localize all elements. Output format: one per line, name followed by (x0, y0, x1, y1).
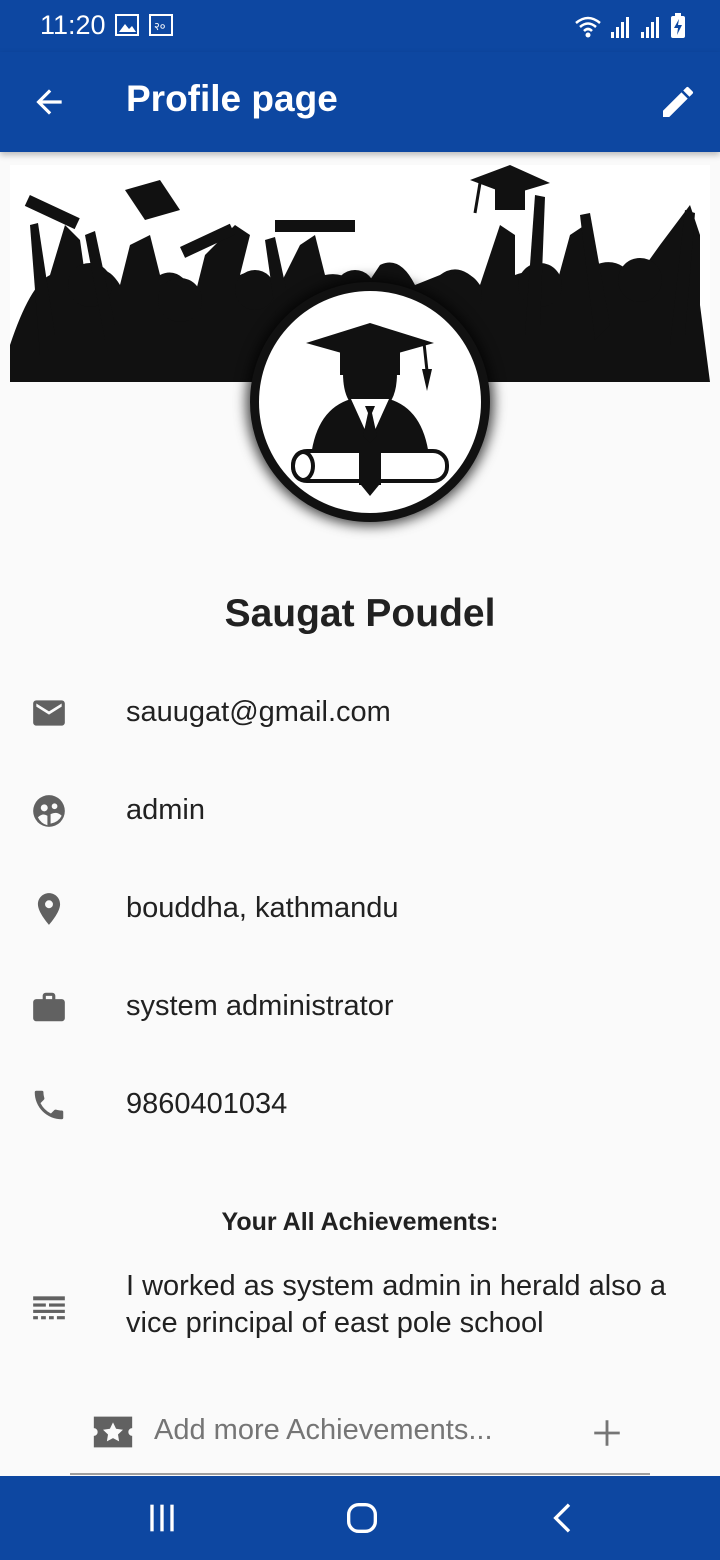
add-achievement-input[interactable] (154, 1410, 574, 1450)
add-achievement-field[interactable] (70, 1400, 650, 1475)
back-nav-icon[interactable] (544, 1498, 584, 1538)
gallery-notification-icon (115, 14, 139, 36)
status-bar: 11:20 २० (0, 0, 720, 52)
signal-icon-2 (641, 17, 659, 38)
achievement-text: I worked as system admin in herald also … (126, 1270, 666, 1339)
achievements-heading: Your All Achievements: (221, 1208, 499, 1236)
location-pin-icon (37, 893, 61, 925)
occupation-row: system administrator (0, 976, 720, 1036)
role-row: admin (0, 780, 720, 840)
app-notification-icon: २० (149, 14, 173, 36)
occupation-value: system administrator (126, 990, 394, 1022)
phone-row: 9860401034 (0, 1074, 720, 1134)
profile-name: Saugat Poudel (224, 592, 496, 635)
email-value: sauugat@gmail.com (126, 696, 391, 728)
edit-icon[interactable] (658, 82, 698, 122)
home-icon[interactable] (342, 1498, 382, 1538)
status-time: 11:20 (40, 10, 106, 40)
signal-icon (611, 17, 629, 38)
app-bar: Profile page (0, 52, 720, 152)
address-row: bouddha, kathmandu (0, 878, 720, 938)
star-badge-icon (93, 1416, 133, 1448)
address-value: bouddha, kathmandu (126, 892, 399, 924)
notes-icon (33, 1296, 65, 1320)
role-value: admin (126, 794, 205, 826)
arrow-back-icon[interactable] (30, 83, 68, 121)
phone-value: 9860401034 (126, 1088, 288, 1120)
email-icon (33, 700, 65, 726)
svg-text:२०: २० (154, 20, 166, 33)
wifi-icon (575, 16, 601, 38)
system-navigation-bar (0, 1476, 720, 1560)
avatar[interactable] (250, 282, 490, 522)
email-row: sauugat@gmail.com (0, 682, 720, 742)
page-title: Profile page (126, 78, 338, 119)
briefcase-icon (33, 992, 65, 1022)
recent-apps-icon[interactable] (142, 1498, 182, 1538)
phone-icon (34, 1090, 64, 1120)
face-icon (33, 795, 65, 827)
plus-icon[interactable] (590, 1416, 624, 1450)
battery-icon (671, 13, 685, 38)
